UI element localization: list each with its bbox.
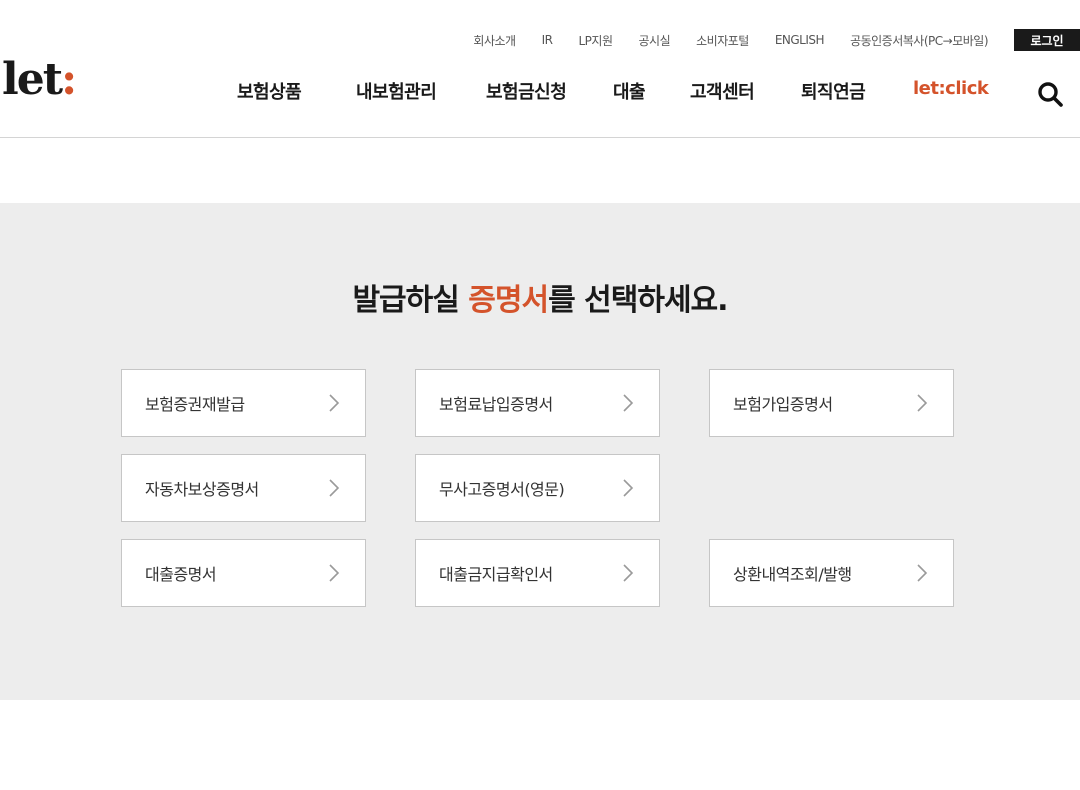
- search-button[interactable]: [1036, 80, 1064, 108]
- card-label: 대출증명서: [145, 565, 217, 584]
- util-link-cert-copy[interactable]: 공동인증서복사(PC→모바일): [850, 32, 988, 49]
- chevron-right-icon: [917, 564, 928, 582]
- chevron-right-icon: [329, 394, 340, 412]
- card-enrollment-cert[interactable]: 보험가입증명서: [709, 369, 954, 437]
- chevron-right-icon: [917, 394, 928, 412]
- certificate-section: 발급하실 증명서를 선택하세요. 보험증권재발급 보험료납입증명서 보험가입증명…: [0, 203, 1080, 700]
- headline-suffix: 를 선택하세요.: [548, 283, 728, 318]
- util-link-ir[interactable]: IR: [542, 33, 553, 47]
- card-auto-compensation-cert[interactable]: 자동차보상증명서: [121, 454, 366, 522]
- headline-prefix: 발급하실: [352, 283, 469, 318]
- card-label: 대출금지급확인서: [439, 565, 553, 584]
- card-label: 보험가입증명서: [733, 395, 833, 414]
- chevron-right-icon: [623, 394, 634, 412]
- card-premium-payment-cert[interactable]: 보험료납입증명서: [415, 369, 660, 437]
- nav-pension[interactable]: 퇴직연금: [801, 78, 866, 104]
- nav-letclick[interactable]: let:click: [913, 78, 989, 99]
- headline-highlight: 증명서: [468, 283, 549, 318]
- card-label: 자동차보상증명서: [145, 480, 259, 499]
- card-no-accident-cert-english[interactable]: 무사고증명서(영문): [415, 454, 660, 522]
- card-label: 보험료납입증명서: [439, 395, 553, 414]
- util-link-company[interactable]: 회사소개: [473, 32, 516, 49]
- card-policy-reissue[interactable]: 보험증권재발급: [121, 369, 366, 437]
- util-link-english[interactable]: ENGLISH: [775, 33, 825, 47]
- card-label: 상환내역조회/발행: [733, 565, 852, 584]
- card-repayment-history[interactable]: 상환내역조회/발행: [709, 539, 954, 607]
- nav-loan[interactable]: 대출: [613, 78, 646, 104]
- nav-my-insurance[interactable]: 내보험관리: [356, 78, 437, 104]
- nav-claim[interactable]: 보험금신청: [486, 78, 567, 104]
- login-button[interactable]: 로그인: [1014, 29, 1080, 51]
- page-title: 발급하실 증명서를 선택하세요.: [0, 275, 1080, 319]
- card-loan-cert[interactable]: 대출증명서: [121, 539, 366, 607]
- utility-nav: 회사소개 IR LP지원 공시실 소비자포털 ENGLISH 공동인증서복사(P…: [473, 28, 1080, 52]
- search-icon: [1038, 82, 1063, 107]
- card-label: 보험증권재발급: [145, 395, 245, 414]
- main-nav: 보험상품 내보험관리 보험금신청 대출 고객센터 퇴직연금 let:click: [0, 78, 1080, 108]
- chevron-right-icon: [329, 479, 340, 497]
- nav-insurance-products[interactable]: 보험상품: [237, 78, 302, 104]
- site-header: 회사소개 IR LP지원 공시실 소비자포털 ENGLISH 공동인증서복사(P…: [0, 0, 1080, 138]
- util-link-lp[interactable]: LP지원: [578, 32, 613, 49]
- util-link-consumer-portal[interactable]: 소비자포털: [696, 32, 749, 49]
- util-link-disclosure[interactable]: 공시실: [639, 32, 671, 49]
- chevron-right-icon: [623, 479, 634, 497]
- card-loan-disbursement-cert[interactable]: 대출금지급확인서: [415, 539, 660, 607]
- chevron-right-icon: [623, 564, 634, 582]
- nav-customer-center[interactable]: 고객센터: [690, 78, 755, 104]
- card-label: 무사고증명서(영문): [439, 480, 565, 499]
- chevron-right-icon: [329, 564, 340, 582]
